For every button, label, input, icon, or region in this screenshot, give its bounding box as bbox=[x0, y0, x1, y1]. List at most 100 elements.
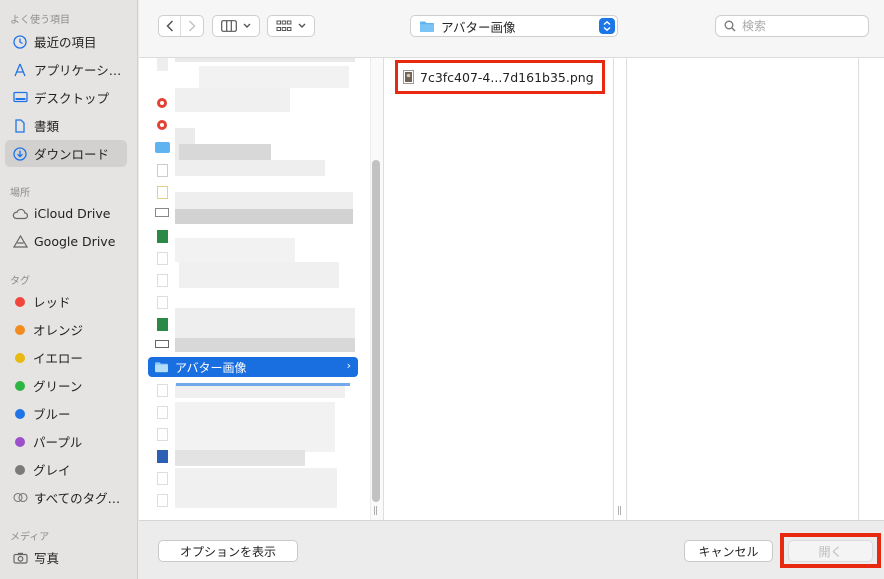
tags-heading: タグ bbox=[10, 276, 30, 287]
file-icon bbox=[157, 58, 168, 71]
downloads-column[interactable]: アバター画像 › bbox=[139, 58, 370, 520]
image-file-icon bbox=[403, 70, 414, 84]
file-icon bbox=[157, 384, 168, 397]
sidebar-item-label: レッド bbox=[33, 295, 71, 310]
sidebar-item-label: 写真 bbox=[34, 551, 60, 566]
sidebar-item-label: アプリケーシ… bbox=[34, 63, 122, 78]
file-icon bbox=[157, 406, 168, 419]
search-input[interactable] bbox=[742, 19, 862, 33]
column-scrollbar[interactable] bbox=[372, 160, 380, 502]
file-name: 7c3fc407-4...7d161b35.png bbox=[420, 69, 594, 85]
locations-heading: 場所 bbox=[10, 188, 30, 199]
blurred-file-name bbox=[179, 262, 339, 288]
file-row[interactable]: 7c3fc407-4...7d161b35.png bbox=[395, 60, 605, 94]
blurred-file-name bbox=[175, 402, 335, 452]
sidebar-item-label: ダウンロード bbox=[34, 147, 110, 162]
open-button[interactable]: 開く bbox=[788, 540, 873, 562]
sidebar-item-desktop[interactable]: デスクトップ bbox=[5, 84, 127, 111]
tag-red-dot-icon bbox=[15, 296, 25, 307]
applications-icon bbox=[12, 62, 28, 78]
file-icon bbox=[157, 252, 168, 265]
all-tags-icon bbox=[12, 490, 28, 506]
cancel-button[interactable]: キャンセル bbox=[684, 540, 773, 562]
search-field[interactable] bbox=[715, 15, 869, 37]
forward-button[interactable] bbox=[181, 16, 203, 36]
chevron-down-icon bbox=[243, 23, 251, 28]
sidebar-item-label: パープル bbox=[33, 435, 83, 450]
document-icon bbox=[12, 118, 28, 134]
folder-icon bbox=[155, 142, 170, 153]
sidebar-tag-all-tags[interactable]: すべてのタグ… bbox=[5, 484, 127, 511]
sidebar-tag-yellow[interactable]: イエロー bbox=[5, 344, 127, 371]
columns-view-icon bbox=[221, 20, 237, 32]
download-icon bbox=[12, 146, 28, 162]
file-icon bbox=[157, 428, 168, 441]
sidebar-tag-orange[interactable]: オレンジ bbox=[5, 316, 127, 343]
chrome-icon bbox=[157, 98, 167, 108]
sidebar-tag-red[interactable]: レッド bbox=[5, 288, 127, 315]
location-popup[interactable]: アバター画像 bbox=[410, 15, 618, 37]
column-divider bbox=[626, 58, 627, 520]
file-icon bbox=[157, 494, 168, 507]
column-divider bbox=[613, 58, 614, 520]
sidebar-item-label: オレンジ bbox=[33, 323, 84, 338]
blurred-file-name bbox=[175, 238, 295, 262]
selected-folder-label: アバター画像 bbox=[175, 360, 247, 375]
sidebar-item-label: すべてのタグ… bbox=[34, 491, 121, 506]
word-icon bbox=[157, 450, 168, 463]
media-heading: メディア bbox=[10, 532, 50, 543]
file-icon bbox=[157, 274, 168, 287]
blurred-file-name bbox=[175, 308, 355, 338]
search-icon bbox=[724, 20, 736, 32]
grid-group-icon bbox=[276, 20, 292, 31]
folder-icon bbox=[155, 362, 168, 373]
chevron-right-icon: › bbox=[346, 359, 351, 372]
file-icon bbox=[157, 472, 168, 485]
row-highlight-bar bbox=[176, 383, 350, 386]
sidebar-item-recents[interactable]: 最近の項目 bbox=[5, 28, 127, 55]
tag-orange-dot-icon bbox=[15, 324, 25, 335]
sidebar-item-label: iCloud Drive bbox=[34, 206, 111, 221]
chrome-icon bbox=[157, 120, 167, 130]
sidebar-item-documents[interactable]: 書類 bbox=[5, 112, 127, 139]
file-icon bbox=[157, 164, 168, 177]
sidebar-item-downloads[interactable]: ダウンロード bbox=[5, 140, 127, 167]
blurred-file-name bbox=[179, 144, 271, 160]
drive-icon bbox=[12, 234, 28, 250]
folder-icon bbox=[420, 21, 434, 32]
sidebar-item-label: グレイ bbox=[33, 463, 71, 478]
toolbar: アバター画像 bbox=[139, 0, 884, 58]
file-icon bbox=[155, 208, 169, 217]
sidebar-item-icloud-drive[interactable]: iCloud Drive bbox=[5, 200, 127, 227]
chevron-left-icon bbox=[165, 20, 173, 32]
view-mode-button[interactable] bbox=[212, 15, 260, 37]
chevron-right-icon bbox=[188, 20, 196, 32]
show-options-button[interactable]: オプションを表示 bbox=[158, 540, 298, 562]
column-resize-handle[interactable]: || bbox=[617, 506, 622, 516]
sidebar-item-applications[interactable]: アプリケーシ… bbox=[5, 56, 127, 83]
column-browser: アバター画像 › || 7c3fc407-4...7d161b35.png || bbox=[139, 58, 884, 520]
sidebar-item-photos[interactable]: 写真 bbox=[5, 544, 127, 571]
clock-icon bbox=[12, 34, 28, 50]
group-by-button[interactable] bbox=[267, 15, 315, 37]
blurred-file-name bbox=[175, 160, 325, 176]
column-resize-handle[interactable]: || bbox=[373, 506, 378, 516]
file-icon bbox=[157, 296, 168, 309]
sidebar-tag-gray[interactable]: グレイ bbox=[5, 456, 127, 483]
tag-blue-dot-icon bbox=[15, 408, 25, 419]
sidebar-tag-purple[interactable]: パープル bbox=[5, 428, 127, 455]
sidebar-item-label: グリーン bbox=[33, 379, 83, 394]
sidebar-item-label: イエロー bbox=[33, 351, 83, 366]
selected-folder-row[interactable]: アバター画像 › bbox=[148, 357, 358, 377]
file-icon bbox=[155, 340, 169, 348]
column-divider bbox=[858, 58, 859, 520]
blurred-file-name bbox=[175, 338, 355, 352]
back-button[interactable] bbox=[159, 16, 181, 36]
sidebar-item-google-drive[interactable]: Google Drive bbox=[5, 228, 127, 255]
tag-purple-dot-icon bbox=[15, 436, 25, 447]
tag-green-dot-icon bbox=[15, 380, 25, 391]
sidebar-tag-green[interactable]: グリーン bbox=[5, 372, 127, 399]
cloud-icon bbox=[12, 206, 28, 222]
sidebar-tag-blue[interactable]: ブルー bbox=[5, 400, 127, 427]
sidebar-item-label: デスクトップ bbox=[34, 91, 110, 106]
